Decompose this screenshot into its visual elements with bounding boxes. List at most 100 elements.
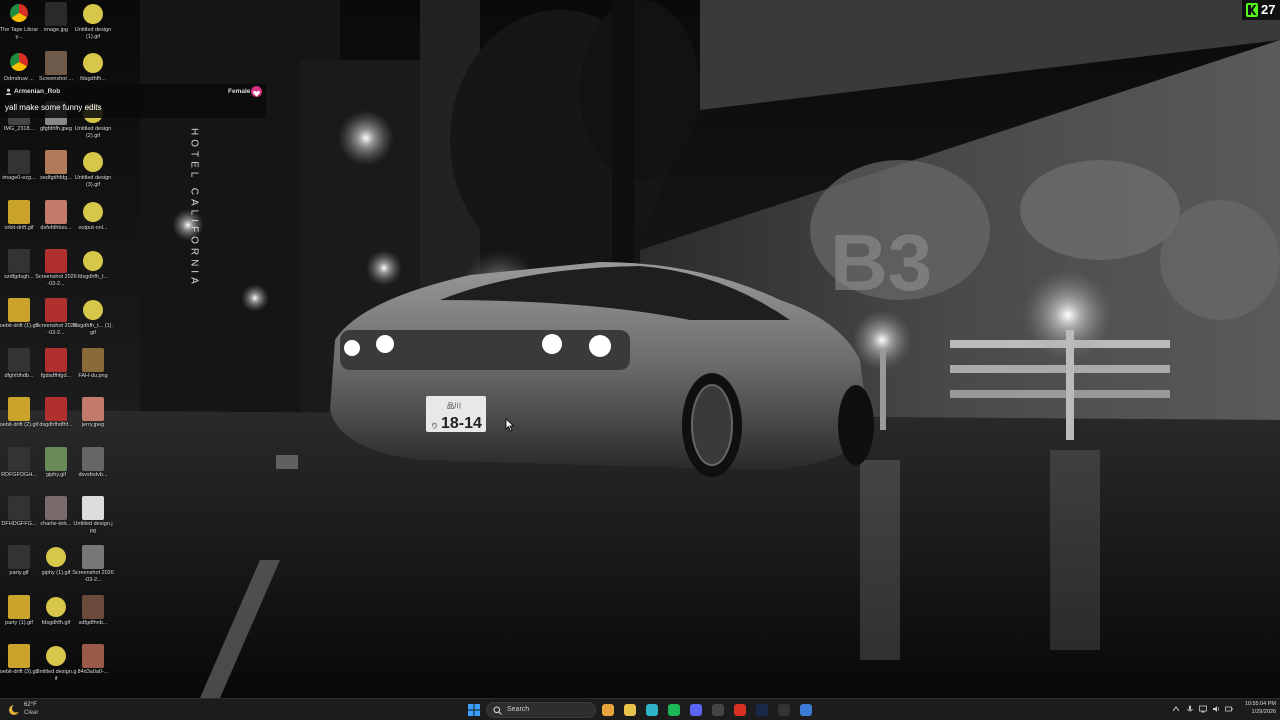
desktop-icon[interactable]: fdsgdhfh_t... [74, 247, 112, 295]
edge-icon [646, 704, 658, 716]
file-thumbnail-icon [45, 446, 67, 471]
desktop-icon[interactable]: oebit-drift (2).gif [0, 395, 38, 443]
volume-icon[interactable] [1212, 705, 1220, 713]
desktop-icon-label: FAH-du.png [78, 372, 108, 379]
file-thumbnail-icon [8, 594, 30, 619]
file-thumbnail-icon [82, 594, 104, 619]
desktop-icon[interactable]: party.gif [0, 543, 38, 591]
desktop-icon[interactable]: Screenshot 2026-03-2... [35, 296, 77, 344]
desktop-icon-label: fdsgdhfh... [80, 76, 106, 83]
desktop-icon[interactable]: Untitled design (3).gif [74, 148, 112, 196]
windows-logo-icon [468, 704, 480, 716]
file-thumbnail-icon [8, 446, 30, 471]
desktop-icon-label: Screenshot 2026-03-2... [72, 570, 114, 584]
clock-date[interactable]: 1/29/2026 [1236, 709, 1276, 715]
desktop-icon[interactable]: dfghfdhdb... [0, 346, 38, 394]
desktop-icon-label: party (1).gif [5, 619, 33, 626]
microphone-icon[interactable] [1186, 705, 1194, 713]
desktop-icon[interactable]: giphy.gif [37, 445, 75, 493]
user-icon [5, 88, 12, 95]
desktop-icon[interactable]: image.jpg [37, 0, 75, 48]
window-app[interactable] [776, 702, 792, 718]
desktop-icon[interactable]: dsvsfsdvb... [74, 445, 112, 493]
desktop-icon[interactable]: sedfgdhfdg... [37, 148, 75, 196]
search-icon [493, 706, 502, 715]
desktop-icon[interactable]: sdfgdfhnb... [74, 593, 112, 641]
edge-app[interactable] [644, 702, 660, 718]
hotel-sign: HOTEL CALIFORNIA [189, 128, 200, 288]
taskbar-search-box[interactable]: Search [486, 702, 596, 718]
desktop-icon[interactable]: image0-ezg... [0, 148, 38, 196]
file-thumbnail-icon [46, 596, 66, 617]
file-explorer-app[interactable] [622, 702, 638, 718]
chat-message: yall make some funny edits [5, 103, 102, 112]
desktop-icon[interactable]: Untitled design (1).gif [74, 0, 112, 48]
file-thumbnail-icon [45, 347, 67, 372]
obs-app[interactable] [710, 702, 726, 718]
desktop-icon[interactable]: Screenshot 2026-03-2... [35, 247, 77, 295]
desktop-icon[interactable]: oebit-drift (3).gif [0, 642, 38, 690]
desktop-icon[interactable]: fdsgdhfh_t... (1).gif [73, 296, 113, 344]
file-thumbnail-icon [83, 300, 103, 321]
desktop-icon[interactable]: charlie-kirk... [37, 494, 75, 542]
network-icon[interactable] [1199, 705, 1207, 713]
desktop-icon-label: Untitled design.jpg [73, 521, 113, 534]
desktop-icon-label: The Tape Library... [0, 27, 39, 40]
file-thumbnail-icon [45, 397, 67, 422]
desktop-icon[interactable]: fdsgdhfh.gif [37, 593, 75, 641]
chat-overlay: Armenian_Rob Female yall make some funny… [0, 84, 266, 118]
file-thumbnail-icon [82, 397, 104, 422]
file-thumbnail-icon [45, 51, 67, 76]
battery-icon[interactable] [1225, 705, 1233, 713]
desktop-icon[interactable]: Untitled design.jpg [73, 494, 113, 542]
file-thumbnail-icon [8, 397, 30, 422]
desktop-icon[interactable]: orbit-drift.gif [0, 198, 38, 246]
desktop-icon[interactable]: 84d3a0a0-... [74, 642, 112, 690]
desktop-icon[interactable]: oebit-drift (1).gif [0, 296, 38, 344]
desktop-icon[interactable]: Screenshot 2026-03-2... [72, 543, 114, 591]
weather-widget[interactable]: 62°F Clear [8, 701, 68, 719]
discord-app[interactable] [688, 702, 704, 718]
desktop-icon-label: Untitled design (3).gif [74, 175, 112, 189]
desktop-icon[interactable]: DFHDGFFG... [0, 494, 38, 542]
desktop-icon[interactable]: fgdsdfhfgd... [37, 346, 75, 394]
taskbar: 62°F Clear Search 10:55:04 PM 1/29/2026 [0, 698, 1280, 720]
desktop-icon[interactable]: FAH-du.png [74, 346, 112, 394]
file-thumbnail-icon [8, 199, 30, 224]
female-heart-icon [251, 86, 262, 97]
desktop-icon-label: fdsgdhfh_t... [77, 274, 109, 280]
desktop-icon-label: giphy (1).gif [41, 570, 71, 577]
file-thumbnail-icon [82, 545, 104, 570]
file-thumbnail-icon [83, 251, 103, 271]
desktop-icon[interactable]: szdfgdsgh... [0, 247, 38, 295]
desktop-icon-label: Untitled design (1).gif [74, 27, 112, 40]
desktop-icon[interactable]: RDFGFDGH... [0, 445, 38, 493]
paint-app[interactable] [798, 702, 814, 718]
file-thumbnail-icon [82, 347, 104, 372]
desktop-icon[interactable]: Untitled design.gif [36, 642, 76, 690]
clock-time[interactable]: 10:55:04 PM [1236, 701, 1276, 707]
desktop-icon[interactable]: The Tape Library... [0, 0, 38, 48]
svg-text:り: り [431, 422, 438, 430]
desktop-icon[interactable]: dsgdhfhdfhf... [37, 395, 75, 443]
svg-text:品川: 品川 [447, 402, 461, 410]
desktop-icon[interactable]: output-onl... [74, 198, 112, 246]
start-button[interactable] [466, 702, 482, 718]
desktop-icon[interactable]: dsfefdhbss... [37, 198, 75, 246]
viewer-count: 27 [1261, 2, 1276, 17]
chevron-up-icon[interactable] [1172, 705, 1180, 713]
desktop-icon-label: szdfgdsgh... [4, 274, 34, 280]
spotify-app[interactable] [666, 702, 682, 718]
desktop-icon-label: IMG_2318... [3, 125, 35, 132]
desktop-icon-label: dsgdhfhdfhf... [39, 422, 73, 429]
mouse-cursor-icon [505, 418, 515, 432]
svg-text:B3: B3 [830, 218, 932, 307]
desktop-icon[interactable]: party (1).gif [0, 593, 38, 641]
photoshop-app[interactable] [754, 702, 770, 718]
chrome-app[interactable] [600, 702, 616, 718]
desktop-icon[interactable]: jerry.jpeg [74, 395, 112, 443]
kick-logo-icon [1246, 3, 1258, 17]
desktop-icon-label: oebit-drift (2).gif [0, 422, 39, 429]
acrobat-app[interactable] [732, 702, 748, 718]
desktop-icon[interactable]: giphy (1).gif [37, 543, 75, 591]
